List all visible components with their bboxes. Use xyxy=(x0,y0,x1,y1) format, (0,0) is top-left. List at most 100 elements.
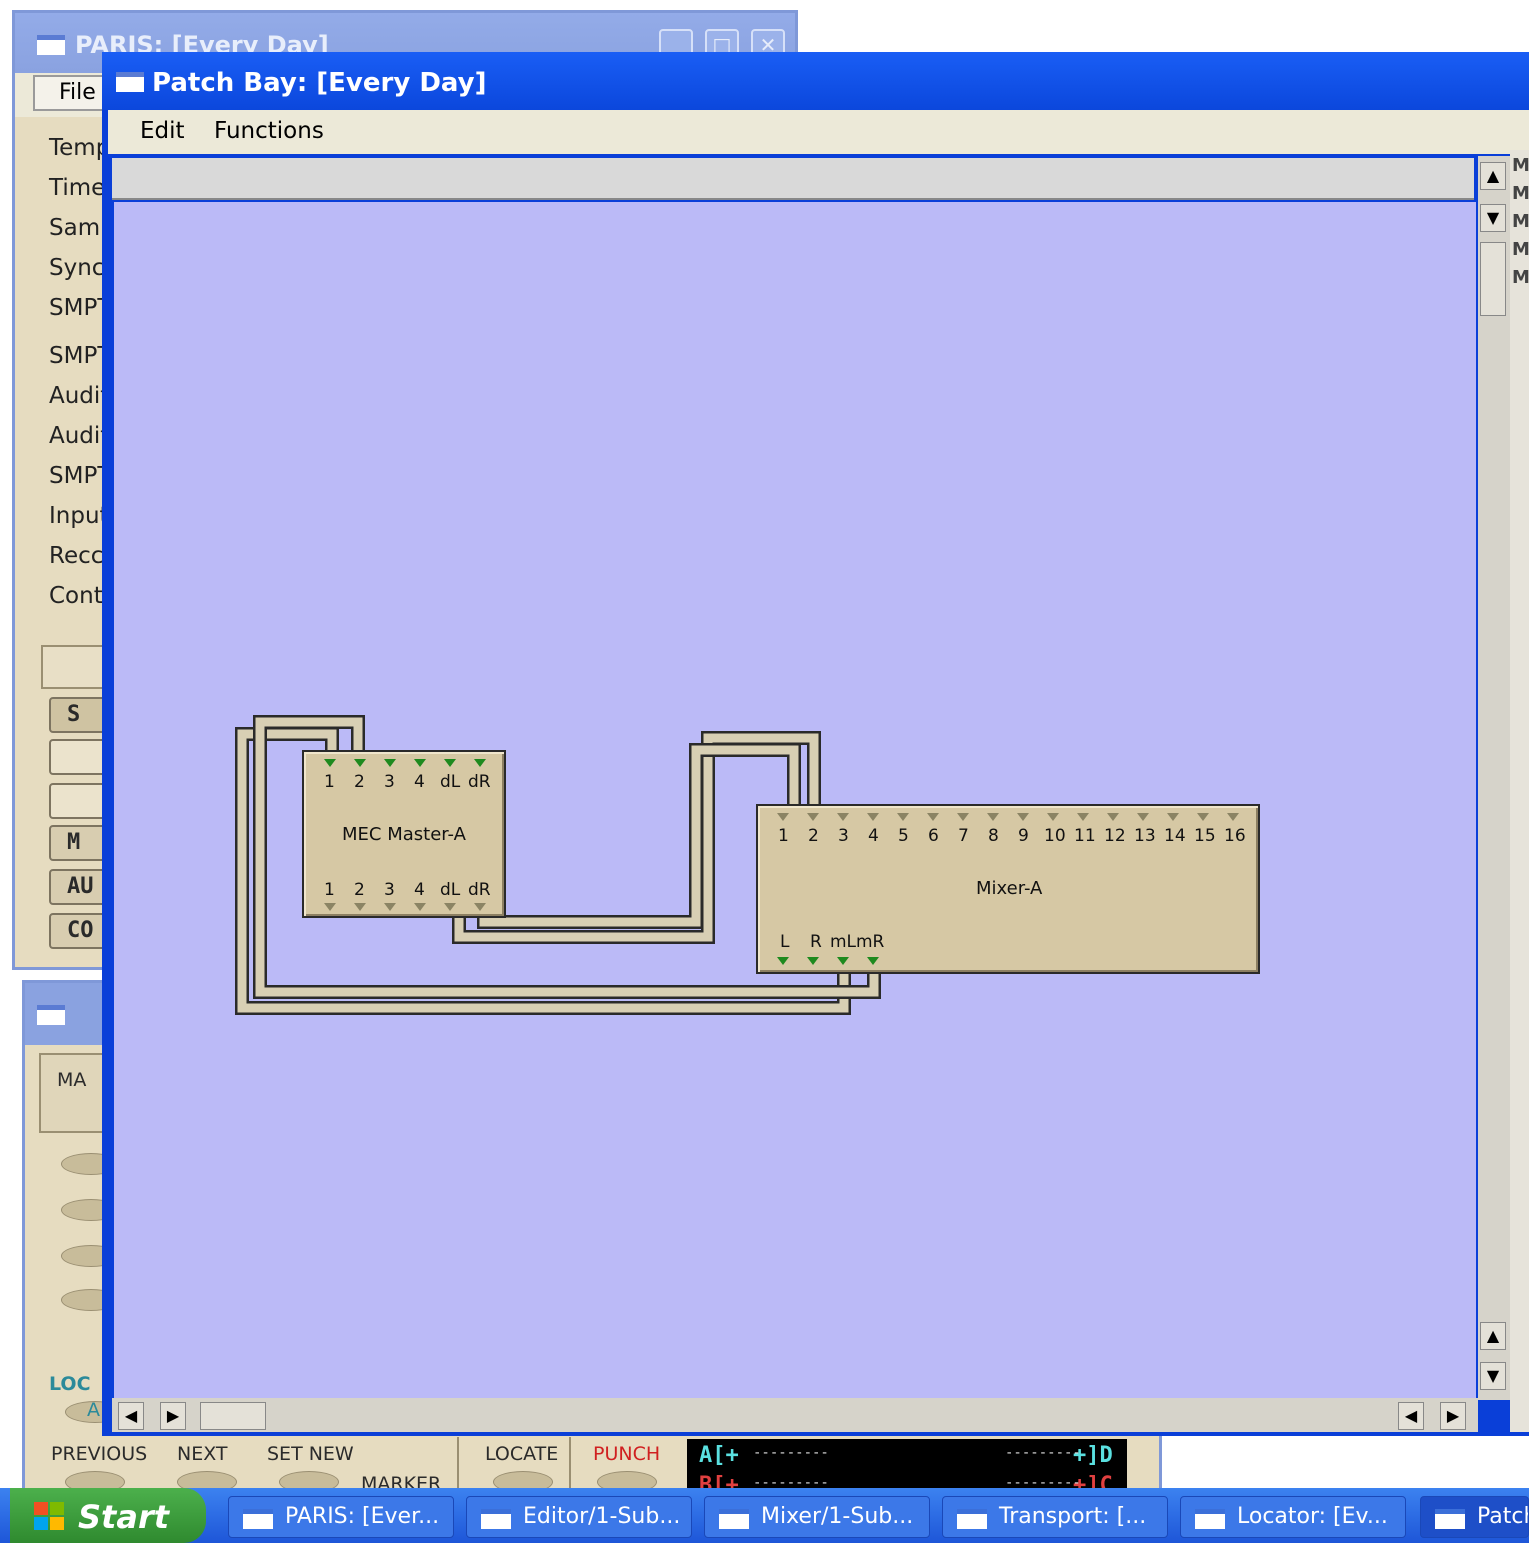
taskbar-button[interactable]: Locator: [Ev... xyxy=(1180,1496,1406,1538)
port-label[interactable]: dL xyxy=(440,880,468,900)
port-label[interactable]: 14 xyxy=(1164,826,1194,846)
vertical-scrollbar[interactable]: ▲ ▼ ▲ ▼ xyxy=(1478,156,1510,1400)
taskbar-button[interactable]: Editor/1-Sub... xyxy=(466,1496,692,1538)
port-label[interactable]: 1 xyxy=(324,772,354,792)
paris-panel xyxy=(41,645,111,689)
patch-cable xyxy=(477,743,801,929)
mec-top-port-arrows xyxy=(324,759,486,767)
port-label[interactable]: dR xyxy=(468,880,496,900)
port-label[interactable]: 15 xyxy=(1194,826,1224,846)
port-label[interactable]: 1 xyxy=(324,880,354,900)
mec-top-port-labels: 1 2 3 4 dL dR xyxy=(324,772,496,792)
transport-panel: MA xyxy=(39,1053,109,1133)
taskbar-button-active[interactable]: Patch xyxy=(1420,1496,1529,1538)
taskbar-label: Locator: [Ev... xyxy=(1237,1504,1388,1529)
strip-letter: M xyxy=(1512,267,1529,288)
mixer-bottom-port-arrows xyxy=(777,957,879,965)
window-icon xyxy=(957,1509,987,1529)
menu-functions[interactable]: Functions xyxy=(214,118,324,144)
port-label[interactable]: mR xyxy=(856,932,884,952)
start-label: Start xyxy=(78,1498,170,1536)
menu-file[interactable]: File xyxy=(33,75,105,111)
port-label[interactable]: 6 xyxy=(928,826,958,846)
port-label[interactable]: 3 xyxy=(384,880,414,900)
port-label[interactable]: dL xyxy=(440,772,468,792)
right-side-strip xyxy=(1510,150,1529,1432)
paris-label: Audit xyxy=(49,383,110,409)
window-icon xyxy=(1435,1509,1465,1529)
taskbar-button[interactable]: Transport: [... xyxy=(942,1496,1168,1538)
strip-letter: M xyxy=(1512,155,1529,176)
taskbar-label: Transport: [... xyxy=(999,1504,1147,1529)
scroll-left-arrow-icon[interactable]: ◀ xyxy=(118,1402,144,1430)
ma-label: MA xyxy=(57,1069,87,1091)
patch-canvas[interactable]: 1234dLdR MEC Master-A 1234dLdR xyxy=(114,202,1476,1398)
scroll-right-arrow-icon[interactable]: ▶ xyxy=(1440,1402,1466,1430)
port-label[interactable]: 4 xyxy=(414,880,440,900)
port-label[interactable]: 2 xyxy=(354,880,384,900)
mixer-bottom-port-labels: L RmLmR xyxy=(780,932,884,952)
mec-bottom-port-labels: 1 2 3 4 dL dR xyxy=(324,880,496,900)
scroll-up-arrow-icon[interactable]: ▲ xyxy=(1480,162,1506,190)
display-a-right: +]D xyxy=(1073,1443,1113,1468)
port-label[interactable]: 8 xyxy=(988,826,1018,846)
strip-letter: M xyxy=(1512,183,1529,204)
mec-bottom-port-arrows xyxy=(324,903,486,911)
port-label[interactable]: 4 xyxy=(414,772,440,792)
port-label[interactable]: 3 xyxy=(384,772,414,792)
menu-edit[interactable]: Edit xyxy=(140,118,185,144)
scroll-right-arrow-icon[interactable]: ▶ xyxy=(160,1402,186,1430)
port-label[interactable]: 5 xyxy=(898,826,928,846)
port-label[interactable]: 9 xyxy=(1018,826,1044,846)
scroll-thumb[interactable] xyxy=(200,1402,266,1430)
port-label[interactable]: 2 xyxy=(808,826,838,846)
start-button[interactable]: Start xyxy=(10,1488,206,1543)
taskbar-button[interactable]: Mixer/1-Sub... xyxy=(704,1496,930,1538)
loc-a-label: A xyxy=(87,1399,100,1421)
window-icon xyxy=(481,1509,511,1529)
window-icon xyxy=(719,1509,749,1529)
port-label[interactable]: 12 xyxy=(1104,826,1134,846)
mec-master-module[interactable]: 1 2 3 4 dL dR MEC Master-A 1 2 3 4 dL dR xyxy=(302,750,506,918)
window-icon xyxy=(116,72,144,92)
horizontal-scrollbar[interactable]: ◀ ▶ ◀ ▶ xyxy=(112,1398,1478,1432)
scroll-left-arrow-icon[interactable]: ◀ xyxy=(1398,1402,1424,1430)
port-label[interactable]: 7 xyxy=(958,826,988,846)
display-dashes: --------- xyxy=(1005,1445,1081,1461)
port-label[interactable]: 1 xyxy=(778,826,808,846)
strip-letter: M xyxy=(1512,211,1529,232)
port-label[interactable]: R xyxy=(810,932,830,952)
port-label[interactable]: mL xyxy=(830,932,856,952)
locate-label: LOCATE xyxy=(485,1443,559,1465)
mixer-module[interactable]: 1 2 3 4 5 6 7 8 9 10 11 12 13 14 15 16 Mixer-A L RmLmR xyxy=(756,804,1260,974)
port-label[interactable]: 11 xyxy=(1074,826,1104,846)
taskbar-label: Editor/1-Sub... xyxy=(523,1504,681,1529)
scroll-down-arrow-icon[interactable]: ▼ xyxy=(1480,204,1506,232)
patch-bay-title: Patch Bay: [Every Day] xyxy=(152,68,487,98)
port-label[interactable]: 13 xyxy=(1134,826,1164,846)
taskbar-label: Mixer/1-Sub... xyxy=(761,1504,914,1529)
taskbar-label: Patch xyxy=(1477,1504,1528,1529)
mec-module-name: MEC Master-A xyxy=(342,824,466,845)
patch-bay-title-bar[interactable]: Patch Bay: [Every Day] xyxy=(102,52,1529,110)
next-label: NEXT xyxy=(177,1443,228,1465)
port-label[interactable]: 2 xyxy=(354,772,384,792)
scroll-thumb[interactable] xyxy=(1480,242,1506,316)
port-label[interactable]: 4 xyxy=(868,826,898,846)
paris-label: Sam xyxy=(49,215,101,241)
scroll-down-arrow-icon[interactable]: ▼ xyxy=(1480,1362,1506,1390)
taskbar-button[interactable]: PARIS: [Ever... xyxy=(228,1496,454,1538)
scroll-up-arrow-icon[interactable]: ▲ xyxy=(1480,1322,1506,1350)
paris-label: Sync xyxy=(49,255,105,281)
port-label[interactable]: 3 xyxy=(838,826,868,846)
previous-label: PREVIOUS xyxy=(51,1443,148,1465)
punch-label: PUNCH xyxy=(593,1443,661,1465)
display-dashes: --------- xyxy=(753,1445,829,1461)
loc-label: LOC xyxy=(49,1373,91,1395)
port-label[interactable]: 10 xyxy=(1044,826,1074,846)
port-label[interactable]: dR xyxy=(468,772,496,792)
port-label[interactable]: L xyxy=(780,932,810,952)
port-label[interactable]: 16 xyxy=(1224,826,1254,846)
mixer-top-port-arrows xyxy=(777,813,1239,821)
windows-logo-icon xyxy=(34,1502,64,1530)
